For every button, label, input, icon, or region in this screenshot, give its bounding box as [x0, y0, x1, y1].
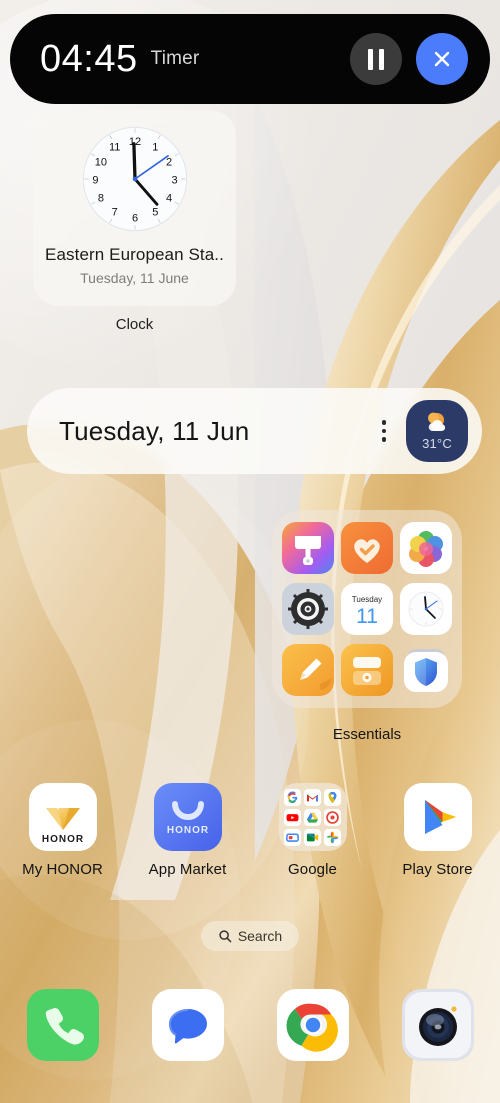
red-target-icon	[324, 808, 341, 826]
gmail-icon	[304, 788, 321, 806]
heart-check-icon[interactable]	[340, 521, 393, 574]
svg-text:6: 6	[131, 212, 137, 224]
honor-bag-icon: HONOR	[153, 783, 222, 851]
pencil-note-icon[interactable]	[282, 644, 335, 697]
gear-icon[interactable]	[282, 582, 335, 635]
paint-brush-icon[interactable]	[282, 521, 335, 574]
clock-widget-name: Clock	[115, 316, 154, 333]
google-g-icon	[284, 788, 301, 806]
chrome-icon	[276, 989, 349, 1061]
kebab-menu-icon[interactable]	[370, 412, 399, 450]
google-folder-icon[interactable]	[278, 783, 347, 851]
folder-essentials-label: Essentials	[332, 726, 402, 743]
pause-icon	[368, 48, 384, 70]
dock-app-camera[interactable]	[375, 985, 500, 1065]
app-label: My HONOR	[22, 861, 103, 878]
maps-pin-icon	[324, 788, 341, 806]
svg-text:8: 8	[97, 193, 103, 205]
svg-text:11: 11	[356, 605, 378, 628]
camera-icon	[401, 989, 474, 1061]
svg-text:11: 11	[108, 141, 119, 153]
search-bar[interactable]: Search	[201, 921, 299, 951]
shield-icon[interactable]	[400, 644, 452, 696]
svg-text:7: 7	[111, 206, 117, 218]
clock-city-label: Eastern European Sta..	[45, 245, 224, 264]
svg-text:3: 3	[171, 174, 177, 186]
dock-app-phone[interactable]	[0, 985, 125, 1065]
google-photos-icon	[324, 828, 341, 846]
timer-notification-capsule[interactable]: 04:45 Timer	[10, 14, 490, 104]
svg-text:10: 10	[94, 156, 106, 168]
play-store-icon	[403, 783, 472, 851]
app-label: Play Store	[402, 861, 473, 878]
drive-icon	[304, 808, 321, 826]
close-icon	[434, 51, 450, 67]
analog-clock-icon[interactable]	[399, 582, 452, 635]
phone-icon	[26, 989, 99, 1061]
app-play-store[interactable]: Play Store	[375, 783, 500, 888]
honor-diamond-icon: HONOR	[28, 783, 97, 851]
clock-date-label: Tuesday, 11 June	[80, 270, 189, 286]
sun-behind-cloud-icon	[428, 412, 446, 431]
meet-camera-icon	[304, 828, 321, 846]
weather-badge[interactable]: 31°C	[406, 400, 468, 462]
current-date-label: Tuesday, 11 Jun	[59, 415, 250, 446]
svg-text:Tuesday: Tuesday	[352, 595, 382, 604]
app-label: Google	[288, 861, 337, 878]
youtube-icon	[284, 808, 301, 826]
folder-essentials[interactable]: Tuesday 11	[272, 510, 462, 708]
dock	[0, 985, 500, 1065]
folder-google[interactable]: Google	[250, 783, 375, 888]
search-label: Search	[237, 928, 283, 944]
svg-text:4: 4	[166, 193, 172, 205]
google-tv-icon	[284, 828, 301, 846]
search-icon	[219, 930, 232, 943]
svg-text:5: 5	[152, 206, 158, 218]
app-app-market[interactable]: HONOR App Market	[125, 783, 250, 888]
timer-pause-button[interactable]	[350, 33, 402, 85]
analog-clock-icon: 12 1 2 345 678 9 10 11	[80, 124, 190, 234]
timer-label: Timer	[150, 48, 200, 69]
svg-text:9: 9	[92, 174, 98, 186]
timer-close-button[interactable]	[416, 33, 468, 85]
dock-app-messages[interactable]	[125, 985, 250, 1065]
app-my-honor[interactable]: HONOR My HONOR	[0, 783, 125, 888]
app-row: HONOR My HONOR HONOR App Market Google P…	[0, 783, 500, 888]
svg-text:1: 1	[152, 141, 158, 153]
dock-app-chrome[interactable]	[250, 985, 375, 1065]
temperature-label: 31°C	[422, 436, 452, 451]
recorder-icon[interactable]	[340, 644, 393, 697]
calendar-icon[interactable]: Tuesday 11	[340, 582, 393, 635]
svg-text:2: 2	[166, 156, 172, 168]
svg-text:HONOR: HONOR	[166, 825, 208, 836]
clock-widget[interactable]: 12 1 2 345 678 9 10 11 Eastern European Sta.…	[33, 110, 236, 306]
photo-petals-icon[interactable]	[399, 521, 452, 574]
svg-text:HONOR: HONOR	[41, 834, 83, 845]
message-bubble-icon	[151, 989, 224, 1061]
timer-time: 04:45	[40, 38, 138, 80]
app-label: App Market	[148, 861, 227, 878]
date-weather-widget[interactable]: Tuesday, 11 Jun 31°C	[27, 388, 482, 474]
